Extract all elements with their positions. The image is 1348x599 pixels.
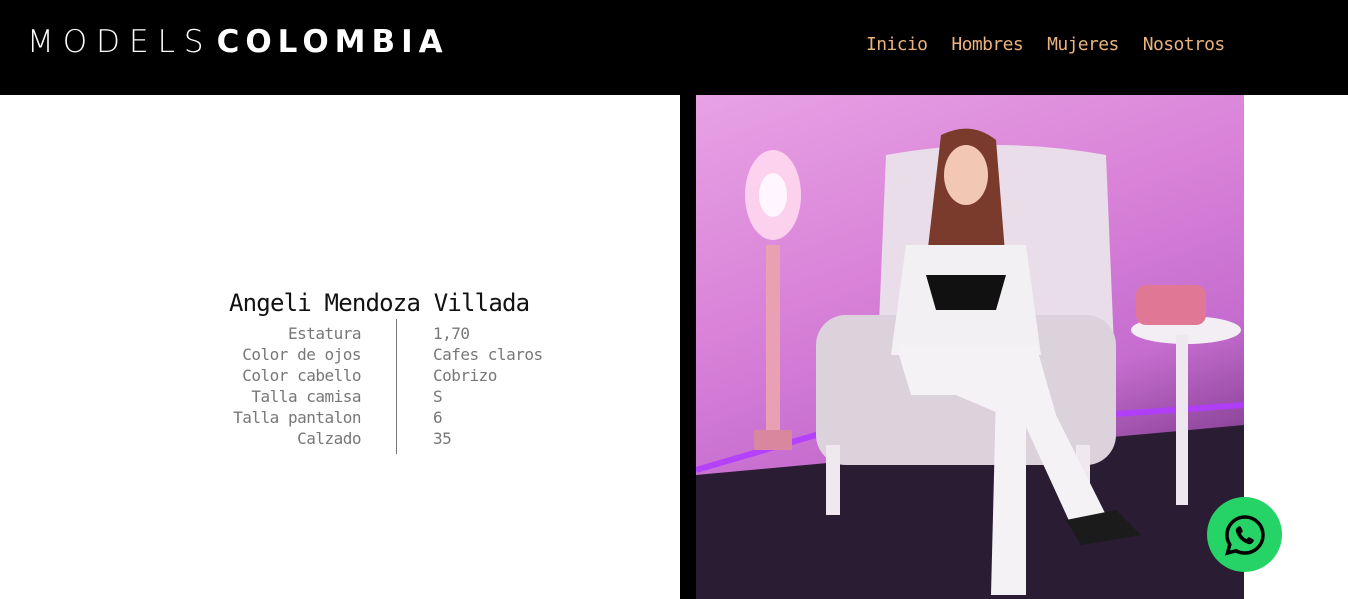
spec-row: Estatura 1,70: [210, 323, 560, 344]
spec-label: Color cabello: [242, 366, 361, 385]
spec-value: Cafes claros: [433, 345, 543, 364]
spec-row: Talla pantalon 6: [210, 407, 560, 428]
model-photo-illustration: [696, 128, 1244, 599]
model-name: Angeli Mendoza Villada: [229, 289, 530, 317]
model-specs: Estatura 1,70 Color de ojos Cafes claros…: [210, 323, 560, 449]
nav-link-nosotros[interactable]: Nosotros: [1143, 33, 1226, 57]
nav-link-mujeres[interactable]: Mujeres: [1047, 33, 1119, 57]
spec-label: Color de ojos: [242, 345, 361, 364]
site-header: MODELS COLOMBIA Inicio Hombres Mujeres N…: [0, 0, 1348, 95]
spec-value: Cobrizo: [433, 366, 497, 385]
spec-value: S: [433, 387, 443, 406]
logo-bold-text: COLOMBIA: [216, 24, 449, 60]
main-nav: Inicio Hombres Mujeres Nosotros: [866, 33, 1225, 57]
whatsapp-icon: [1224, 514, 1265, 555]
spec-row: Talla camisa S: [210, 386, 560, 407]
spec-label: Talla camisa: [251, 387, 361, 406]
spec-label: Calzado: [297, 429, 361, 448]
specs-divider: [396, 319, 397, 454]
spec-value: 6: [433, 408, 443, 427]
logo-light-text: MODELS: [27, 24, 213, 60]
spec-row: Color de ojos Cafes claros: [210, 344, 560, 365]
spec-label: Talla pantalon: [233, 408, 361, 427]
spec-row: Calzado 35: [210, 428, 560, 449]
photo-frame: [680, 95, 1244, 599]
site-logo[interactable]: MODELS COLOMBIA: [27, 24, 449, 60]
spec-row: Color cabello Cobrizo: [210, 365, 560, 386]
spec-value: 35: [433, 429, 452, 448]
nav-link-hombres[interactable]: Hombres: [951, 33, 1023, 57]
whatsapp-button[interactable]: [1207, 497, 1282, 572]
nav-link-inicio[interactable]: Inicio: [866, 33, 928, 57]
spec-value: 1,70: [433, 324, 470, 343]
spec-label: Estatura: [287, 324, 362, 343]
model-photo: [696, 95, 1244, 599]
